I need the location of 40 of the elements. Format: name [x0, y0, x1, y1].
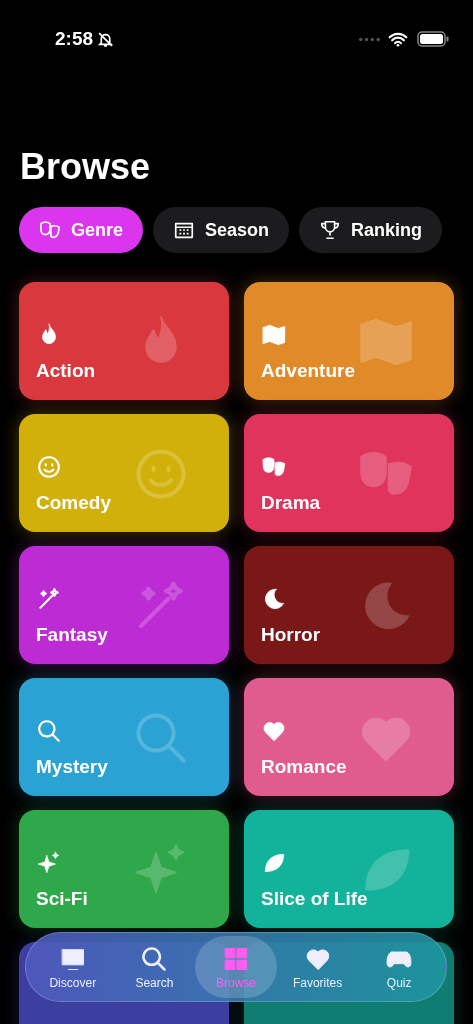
wifi-icon [388, 31, 408, 47]
bell-slash-icon [97, 30, 115, 48]
tab-bar-item[interactable]: Search [113, 936, 196, 998]
genre-label: Horror [261, 624, 321, 646]
time: 2:58 [55, 28, 94, 50]
genre-card[interactable]: Romance [244, 678, 454, 796]
battery-icon [417, 31, 449, 47]
map-icon [261, 322, 287, 348]
trophy-icon [319, 219, 342, 241]
genre-label: Slice of Life [261, 888, 368, 910]
genre-label: Mystery [36, 756, 108, 778]
tab-bar-item[interactable]: Quiz [358, 936, 440, 998]
genre-card[interactable]: Fantasy [19, 546, 229, 664]
genre-card[interactable]: Drama [244, 414, 454, 532]
genre-label: Sci-Fi [36, 888, 88, 910]
segment-tab[interactable]: Ranking [299, 207, 443, 253]
genre-label: Fantasy [36, 624, 108, 646]
genre-label: Adventure [261, 360, 355, 382]
search-icon [140, 944, 169, 973]
genre-card[interactable]: Slice of Life [244, 810, 454, 928]
genre-label: Action [36, 360, 96, 382]
genre-card[interactable]: Adventure [244, 282, 454, 400]
genre-label: Romance [261, 756, 347, 778]
signal-icon [358, 36, 380, 42]
smiley-icon [36, 454, 62, 480]
magnifier-icon [36, 718, 62, 744]
page-title: Browse [20, 145, 152, 189]
tab-bar-item[interactable]: Favorites [276, 936, 359, 998]
sparkles-icon [36, 850, 62, 876]
genre-card[interactable]: Comedy [19, 414, 229, 532]
tab-bar-item[interactable]: Discover [32, 936, 114, 998]
genre-card[interactable]: Action [19, 282, 229, 400]
genre-label: Drama [261, 492, 321, 514]
segment-tab[interactable]: Season [153, 207, 290, 253]
genre-card[interactable]: Mystery [19, 678, 229, 796]
genre-label: Comedy [36, 492, 111, 514]
genre-card[interactable]: Horror [244, 546, 454, 664]
genre-card[interactable]: Sci-Fi [19, 810, 229, 928]
wand-icon [36, 586, 62, 612]
segment-tab[interactable]: Genre [19, 207, 144, 253]
